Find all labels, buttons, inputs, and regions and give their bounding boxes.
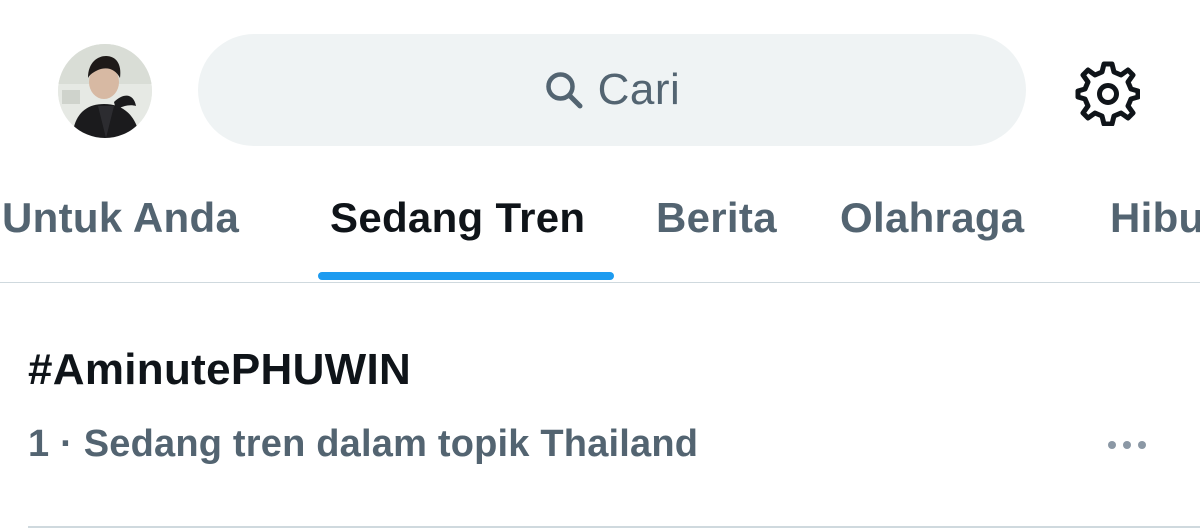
trend-item[interactable]: #AminutePHUWIN 1 · Sedang tren dalam top… — [0, 283, 1200, 526]
trend-meta: 1 · Sedang tren dalam topik Thailand — [28, 423, 699, 465]
tab-label: Sedang Tren — [330, 194, 586, 241]
profile-avatar[interactable] — [58, 44, 152, 138]
search-bar[interactable]: Cari — [198, 34, 1026, 146]
tab-label: Hibu — [1110, 194, 1200, 241]
search-placeholder: Cari — [597, 65, 681, 114]
explore-tabs: Untuk Anda Sedang Tren Berita Olahraga H… — [0, 180, 1200, 283]
more-horizontal-icon — [1108, 441, 1146, 449]
tab-berita[interactable]: Berita — [640, 180, 810, 282]
tab-label: Berita — [656, 194, 777, 241]
tab-sedang-tren[interactable]: Sedang Tren — [300, 180, 630, 282]
avatar-photo — [58, 44, 152, 138]
search-content: Cari — [544, 65, 681, 115]
more-options-button[interactable] — [1100, 427, 1154, 463]
tab-hiburan[interactable]: Hibu — [1090, 180, 1200, 282]
tab-label: Olahraga — [840, 194, 1025, 241]
top-header: Cari — [0, 0, 1200, 180]
trend-hashtag: #AminutePHUWIN — [28, 345, 412, 394]
active-tab-indicator — [318, 272, 614, 280]
settings-button[interactable] — [1072, 58, 1140, 126]
search-icon — [544, 70, 584, 110]
gear-icon — [1075, 61, 1140, 126]
tab-olahraga[interactable]: Olahraga — [820, 180, 1070, 282]
tab-label: Untuk Anda — [2, 194, 240, 241]
tab-untuk-anda[interactable]: Untuk Anda — [0, 180, 290, 282]
